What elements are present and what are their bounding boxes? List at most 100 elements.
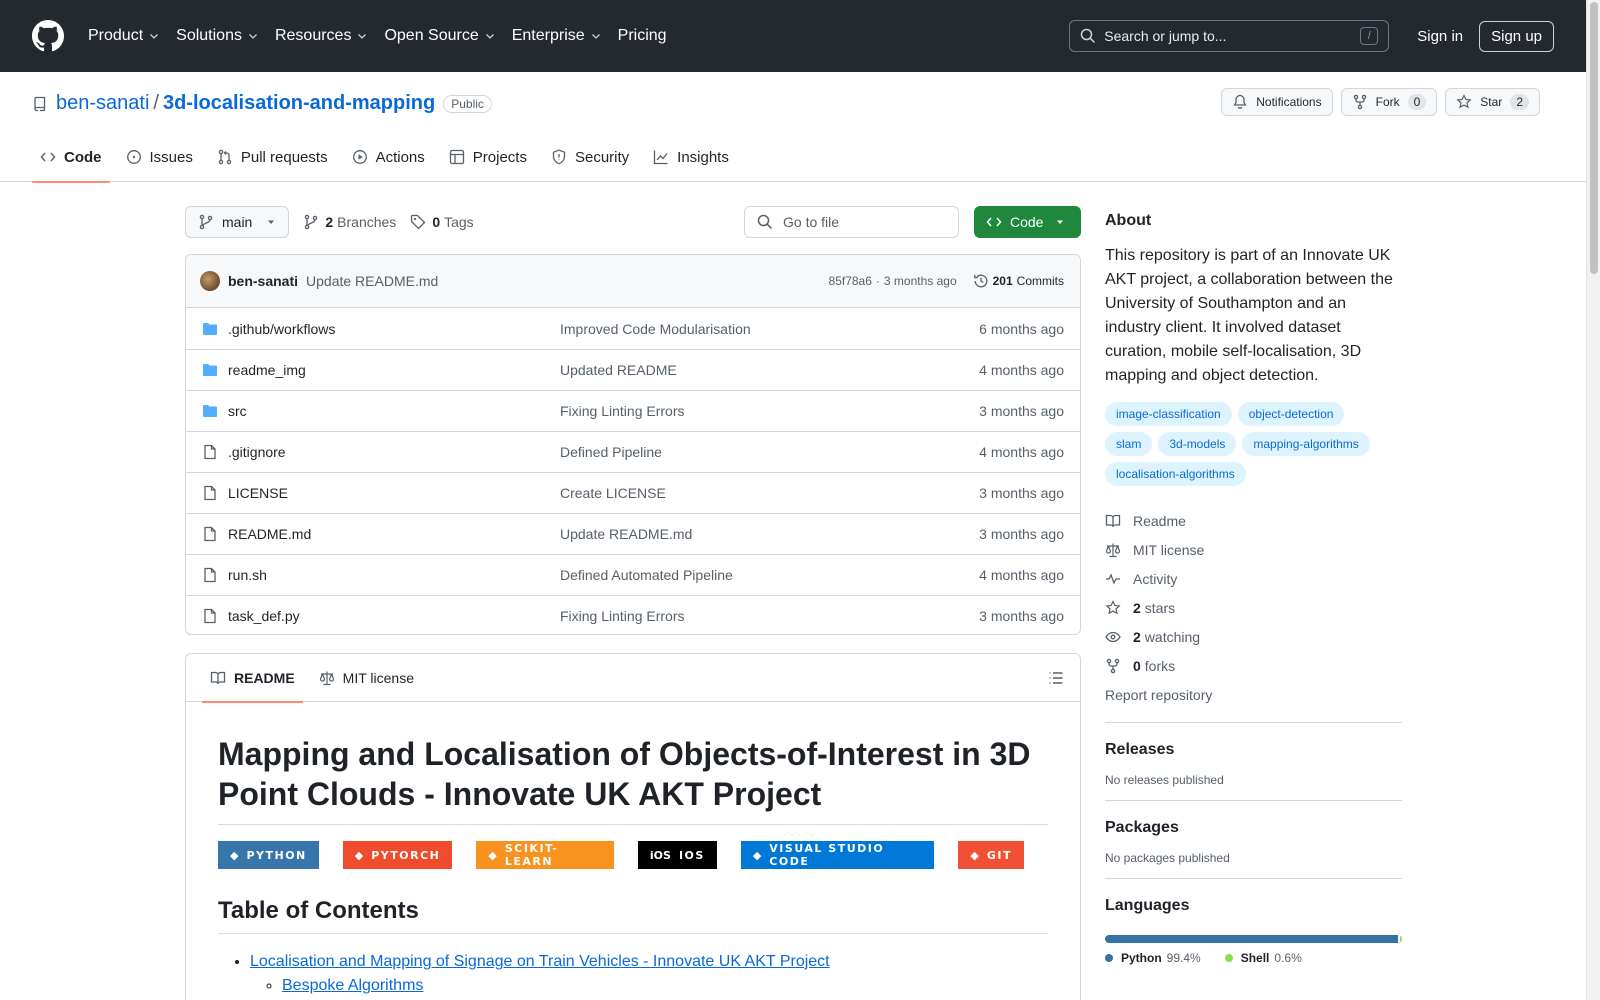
file-name-link[interactable]: task_def.py [228,608,560,624]
sign-up-button[interactable]: Sign up [1479,20,1554,52]
file-icon [204,526,216,542]
file-commit-message-link[interactable]: Update README.md [560,526,979,542]
repo-icon [34,96,46,111]
readme-link[interactable]: Readme [1105,506,1402,535]
github-logo-icon[interactable] [32,20,64,52]
watching-link[interactable]: 2 watching [1105,622,1402,651]
commit-author-link[interactable]: ben-sanati [228,273,298,289]
nav-open-source[interactable]: Open Source [384,21,495,51]
toc-link[interactable]: Localisation and Mapping of Signage on T… [250,953,830,970]
tab-label: Pull requests [240,148,328,166]
file-row[interactable]: .github/workflows Improved Code Modulari… [186,308,1080,349]
releases-heading[interactable]: Releases [1105,741,1402,759]
file-commit-message-link[interactable]: Defined Pipeline [560,444,979,460]
file-commit-message-link[interactable]: Fixing Linting Errors [560,608,979,624]
file-commit-message-link[interactable]: Defined Automated Pipeline [560,567,979,583]
tags-link[interactable]: 0 Tags [410,214,474,230]
commit-message-link[interactable]: Update README.md [306,273,438,289]
file-name-link[interactable]: .github/workflows [228,321,560,337]
readme-tab-label: README [234,669,295,686]
tech-badge[interactable]: iOS IOS [637,841,717,869]
chevron-down-icon [591,34,600,39]
file-name-link[interactable]: src [228,403,560,419]
global-search-input[interactable]: Search or jump to... / [1069,20,1390,52]
releases-empty: No releases published [1105,773,1224,787]
topic-tag[interactable]: image-classification [1105,402,1232,426]
notifications-button[interactable]: Notifications [1221,88,1333,116]
file-name-link[interactable]: readme_img [228,362,560,378]
license-link[interactable]: MIT license [1105,535,1402,564]
tab-actions[interactable]: Actions [344,132,433,182]
language-python[interactable]: Python 99.4% [1105,951,1201,965]
tab-projects[interactable]: Projects [441,132,535,182]
toc-sublink[interactable]: Bespoke Algorithms [282,977,423,994]
file-row[interactable]: LICENSE Create LICENSE 3 months ago [186,472,1080,513]
commits-history-link[interactable]: 201 Commits [973,273,1064,289]
scrollbar-thumb[interactable] [1590,2,1598,274]
stars-link[interactable]: 2 stars [1105,593,1402,622]
license-tab[interactable]: MIT license [311,654,422,702]
chevron-down-icon [358,34,367,39]
file-row[interactable]: task_def.py Fixing Linting Errors 3 mont… [186,595,1080,634]
report-repository-link[interactable]: Report repository [1105,680,1402,709]
topic-tag[interactable]: object-detection [1237,402,1345,426]
readme-tab[interactable]: README [202,654,303,703]
commit-hash-link[interactable]: 85f78a6 [829,274,872,288]
file-name-link[interactable]: .gitignore [228,444,560,460]
topic-list: image-classification object-detection sl… [1105,402,1402,492]
tab-security[interactable]: Security [543,132,637,182]
topic-tag[interactable]: slam [1105,432,1153,456]
file-commit-message-link[interactable]: Fixing Linting Errors [560,403,979,419]
repo-name-link[interactable]: 3d-localisation-and-mapping [163,92,435,115]
fork-button[interactable]: Fork 0 [1340,88,1438,116]
tech-badge[interactable]: ◆ SCIKIT-LEARN [476,841,614,869]
topic-tag[interactable]: localisation-algorithms [1105,462,1246,486]
forks-link[interactable]: 0 forks [1105,651,1402,680]
packages-heading[interactable]: Packages [1105,819,1402,837]
file-row[interactable]: src Fixing Linting Errors 3 months ago [186,390,1080,431]
file-name-link[interactable]: run.sh [228,567,560,583]
language-bar-segment [1400,935,1402,943]
branches-link[interactable]: 2 Branches [303,214,396,230]
file-commit-message-link[interactable]: Improved Code Modularisation [560,321,979,337]
nav-enterprise[interactable]: Enterprise [512,21,602,51]
code-dropdown-button[interactable]: Code [974,206,1081,238]
tab-insights[interactable]: Insights [645,132,737,182]
tab-label: Code [64,148,102,166]
file-commit-message-link[interactable]: Create LICENSE [560,485,979,501]
nav-product[interactable]: Product [88,21,160,51]
tech-badge[interactable]: ◆ PYTHON [218,841,319,869]
topic-tag[interactable]: 3d-models [1158,432,1237,456]
tab-issues[interactable]: Issues [118,132,201,182]
branch-selector[interactable]: main [185,206,290,238]
file-name-link[interactable]: LICENSE [228,485,560,501]
activity-link[interactable]: Activity [1105,564,1402,593]
file-icon [204,567,216,583]
file-row[interactable]: readme_img Updated README 4 months ago [186,349,1080,390]
avatar[interactable] [200,271,220,291]
file-commit-message-link[interactable]: Updated README [560,362,979,378]
repo-owner-link[interactable]: ben-sanati [56,92,149,115]
language-color-dot [1224,954,1233,962]
file-row[interactable]: .gitignore Defined Pipeline 4 months ago [186,431,1080,472]
search-placeholder: Search or jump to... [1104,28,1227,44]
tech-badge[interactable]: ◆ PYTORCH [342,841,453,869]
chevron-down-icon [249,34,257,39]
star-button[interactable]: Star 2 [1445,88,1540,116]
tab-code[interactable]: Code [32,132,110,183]
file-row[interactable]: README.md Update README.md 3 months ago [186,513,1080,554]
tech-badge[interactable]: ◆ GIT [958,841,1024,869]
nav-pricing[interactable]: Pricing [618,21,667,51]
file-name-link[interactable]: README.md [228,526,560,542]
topic-tag[interactable]: mapping-algorithms [1242,432,1370,456]
sign-in-link[interactable]: Sign in [1401,28,1479,45]
nav-resources[interactable]: Resources [275,21,368,51]
language-shell[interactable]: Shell 0.6% [1224,951,1302,965]
file-row[interactable]: run.sh Defined Automated Pipeline 4 mont… [186,554,1080,595]
nav-solutions[interactable]: Solutions [176,21,259,51]
page-scrollbar[interactable] [1586,0,1600,1000]
go-to-file-input[interactable]: Go to file [744,206,959,238]
outline-list-icon[interactable] [1048,670,1064,686]
tab-pull-requests[interactable]: Pull requests [209,132,336,182]
tech-badge[interactable]: ◆ VISUAL STUDIO CODE [740,841,935,869]
